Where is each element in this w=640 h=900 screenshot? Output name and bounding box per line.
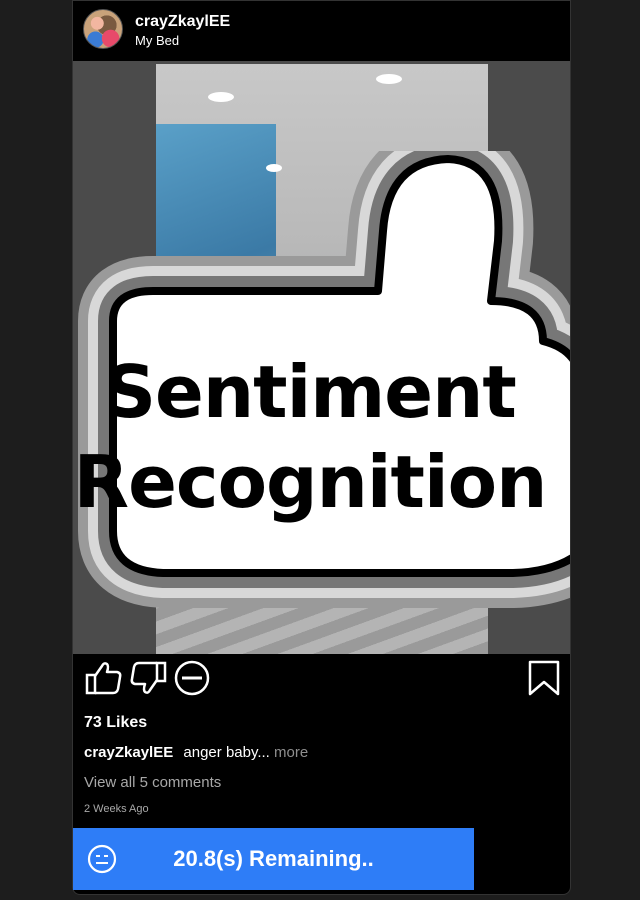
- post-username[interactable]: crayZkaylEE: [135, 13, 230, 31]
- minus-circle-icon[interactable]: [172, 658, 212, 698]
- thumbs-up-icon[interactable]: [84, 658, 124, 698]
- ceiling-light: [208, 92, 234, 102]
- post-timestamp: 2 Weeks Ago: [84, 803, 149, 815]
- sentiment-title-line2: Recognition: [73, 440, 548, 524]
- sentiment-title-line1: Sentiment: [104, 350, 517, 434]
- likes-count[interactable]: 73 Likes: [84, 714, 147, 732]
- neutral-face-icon: [87, 844, 117, 874]
- ceiling-light: [376, 74, 402, 84]
- post-location[interactable]: My Bed: [135, 33, 179, 48]
- view-comments-link[interactable]: View all 5 comments: [84, 774, 221, 791]
- caption-username[interactable]: crayZkaylEE: [84, 744, 173, 761]
- caption-more-link[interactable]: more: [274, 744, 308, 761]
- bookmark-icon[interactable]: [524, 658, 564, 698]
- avatar[interactable]: [83, 9, 123, 49]
- countdown-text: 20.8(s) Remaining..: [173, 846, 374, 871]
- post-caption: crayZkaylEE anger baby... more: [84, 744, 308, 761]
- action-bar: [72, 656, 569, 706]
- thumbs-down-icon[interactable]: [128, 658, 168, 698]
- caption-text: anger baby...: [183, 744, 270, 761]
- post-header: crayZkaylEE My Bed: [73, 1, 570, 61]
- countdown-bar: 20.8(s) Remaining..: [73, 828, 474, 890]
